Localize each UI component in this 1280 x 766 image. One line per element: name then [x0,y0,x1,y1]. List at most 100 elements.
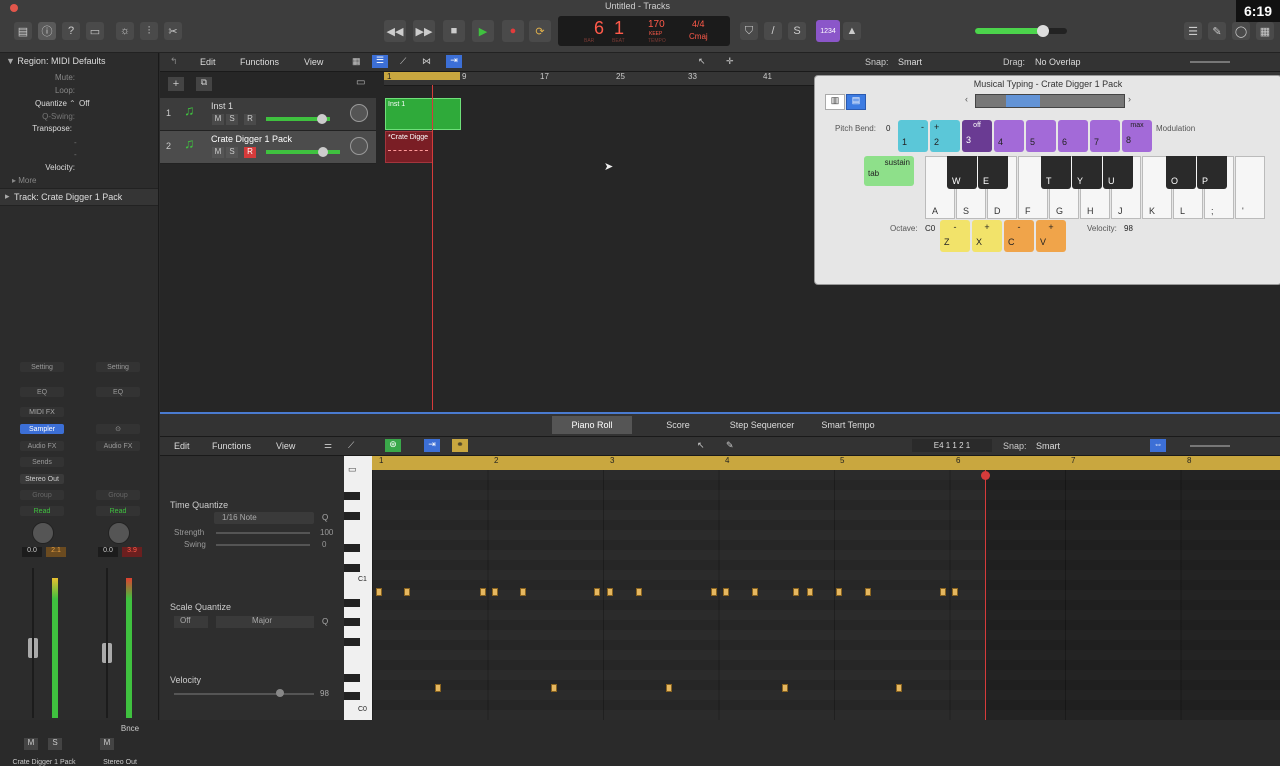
pr-menu-view[interactable]: View [276,441,295,451]
metronome-icon[interactable]: ▲ [843,22,861,40]
midi-note[interactable] [836,588,842,596]
key-2[interactable]: +2 [930,120,960,152]
velocity-slider[interactable] [174,693,314,695]
midi-note[interactable] [782,684,788,692]
tuner-icon[interactable]: ⛉ [740,22,758,40]
solo-button[interactable]: S [48,738,62,750]
drag-select[interactable]: No Overlap [1035,57,1081,67]
pan-knob[interactable] [108,522,130,544]
midi-note[interactable] [435,684,441,692]
region-inst-1[interactable]: Inst 1 [385,98,461,130]
keyboard-view-icon[interactable]: ▤ [846,94,866,110]
eq-button[interactable]: EQ [20,387,64,397]
inspector-row-velocity[interactable]: Velocity: [0,163,155,175]
pr-snap-select[interactable]: Smart [1036,441,1136,451]
octave-up-key[interactable]: + X [972,220,1002,252]
duplicate-track-icon[interactable]: ⧉ [196,77,212,91]
audio-fx-button[interactable]: Audio FX [20,441,64,451]
midi-note[interactable] [807,588,813,596]
mute-button[interactable]: M [212,147,224,158]
snap-select[interactable]: Smart [898,57,986,67]
region-crate-digger[interactable]: *Crate Digge [385,131,433,163]
inspector-row-qswing[interactable]: Q-Swing: [0,112,155,124]
track-header[interactable]: Track: Crate Digger 1 Pack ▸ [0,188,158,206]
solo-button[interactable]: S [226,147,238,158]
group-slot[interactable]: Group [20,490,64,500]
tab-step-sequencer[interactable]: Step Sequencer [722,416,802,434]
mute-button[interactable]: M [212,114,224,125]
pr-zoom-slider[interactable] [1190,445,1230,447]
midi-note[interactable] [636,588,642,596]
link-icon[interactable]: ⚭ [452,439,468,452]
key-1[interactable]: -1 [898,120,928,152]
help-icon[interactable]: ? [62,22,80,40]
chevron-right-icon[interactable]: › [1128,94,1131,104]
setting-button[interactable]: Setting [96,362,140,372]
record-button[interactable]: ● [502,20,524,42]
keyboard-range-strip[interactable] [975,94,1125,108]
midi-note[interactable] [594,588,600,596]
midi-note[interactable] [520,588,526,596]
menu-view[interactable]: View [304,57,323,67]
black-key-e[interactable]: E [978,156,1008,189]
midi-note[interactable] [940,588,946,596]
automation-icon[interactable]: ⟋ [400,56,406,67]
black-key-p[interactable]: P [1197,156,1227,189]
key-5[interactable]: 5 [1026,120,1056,152]
midi-note[interactable] [666,684,672,692]
track-header-1[interactable]: 1 ♫ Inst 1 M S R [160,98,376,131]
master-volume-slider[interactable] [975,25,1067,37]
tab-smart-tempo[interactable]: Smart Tempo [808,416,888,434]
quick-help-icon[interactable]: / [764,22,782,40]
scale-select[interactable]: Major [216,616,314,628]
midi-in-icon[interactable]: ⊛ [385,439,401,452]
close-window-button[interactable] [10,4,18,12]
output-slot[interactable]: Stereo Out [20,474,64,484]
black-key-w[interactable]: W [947,156,977,189]
key-3[interactable]: off 3 [962,120,992,152]
list-editors-icon[interactable]: ☰ [1184,22,1202,40]
count-in-button[interactable]: 1234 [816,20,840,42]
midi-note[interactable] [404,588,410,596]
catch-icon[interactable]: ⇥ [424,439,440,452]
playhead[interactable] [432,85,433,410]
velocity-down-key[interactable]: -C [1004,220,1034,252]
octave-down-key[interactable]: -Z [940,220,970,252]
mute-button[interactable]: M [100,738,114,750]
catch-icon[interactable]: ⇥ [446,55,462,68]
midi-note[interactable] [865,588,871,596]
sustain-key[interactable]: sustain tab [864,156,914,186]
flex-icon[interactable]: ⋈ [422,56,431,67]
forward-button[interactable]: ▶▶ [413,20,435,42]
smart-controls-icon[interactable]: ☼ [116,22,134,40]
sends-button[interactable]: Sends [20,457,64,467]
pencil-tool-icon[interactable]: ✛ [726,56,734,67]
piano-roll-ruler[interactable]: 1 2 3 4 5 6 7 8 [372,456,1280,470]
piano-view-icon[interactable]: ▥ [825,94,845,110]
library-icon[interactable]: ▤ [14,22,32,40]
pan-knob[interactable] [350,137,368,155]
scale-quantize-off-select[interactable]: Off [174,616,208,628]
piano-roll-grid[interactable] [372,470,1280,720]
mixer-icon[interactable]: ⫶ [140,22,158,40]
rewind-button[interactable]: ◀◀ [384,20,406,42]
bounce-button[interactable]: Bnce [118,724,142,736]
pointer-tool-icon[interactable]: ↖ [697,440,705,451]
global-tracks-icon[interactable]: ▭ [356,77,365,88]
cycle-button[interactable]: ⟳ [529,20,551,42]
automation-icon[interactable]: ⟋ [348,440,354,451]
eq-button[interactable]: EQ [96,387,140,397]
track-name[interactable]: Inst 1 [211,101,233,111]
midi-note[interactable] [723,588,729,596]
automation-mode[interactable]: Read [20,506,64,516]
black-key-y[interactable]: Y [1072,156,1102,189]
strength-slider[interactable] [216,532,310,534]
audio-fx-button[interactable]: Audio FX [96,441,140,451]
toolbar-icon[interactable]: ▭ [86,22,104,40]
editors-icon[interactable]: ✂ [164,22,182,40]
piano-roll-keyboard[interactable]: ▭ C1 C0 [344,456,372,720]
loop-browser-icon[interactable]: ◯ [1232,22,1250,40]
white-key-quote[interactable]: ' [1235,156,1265,219]
inspector-row-mute[interactable]: Mute: [0,73,155,85]
midi-note[interactable] [793,588,799,596]
